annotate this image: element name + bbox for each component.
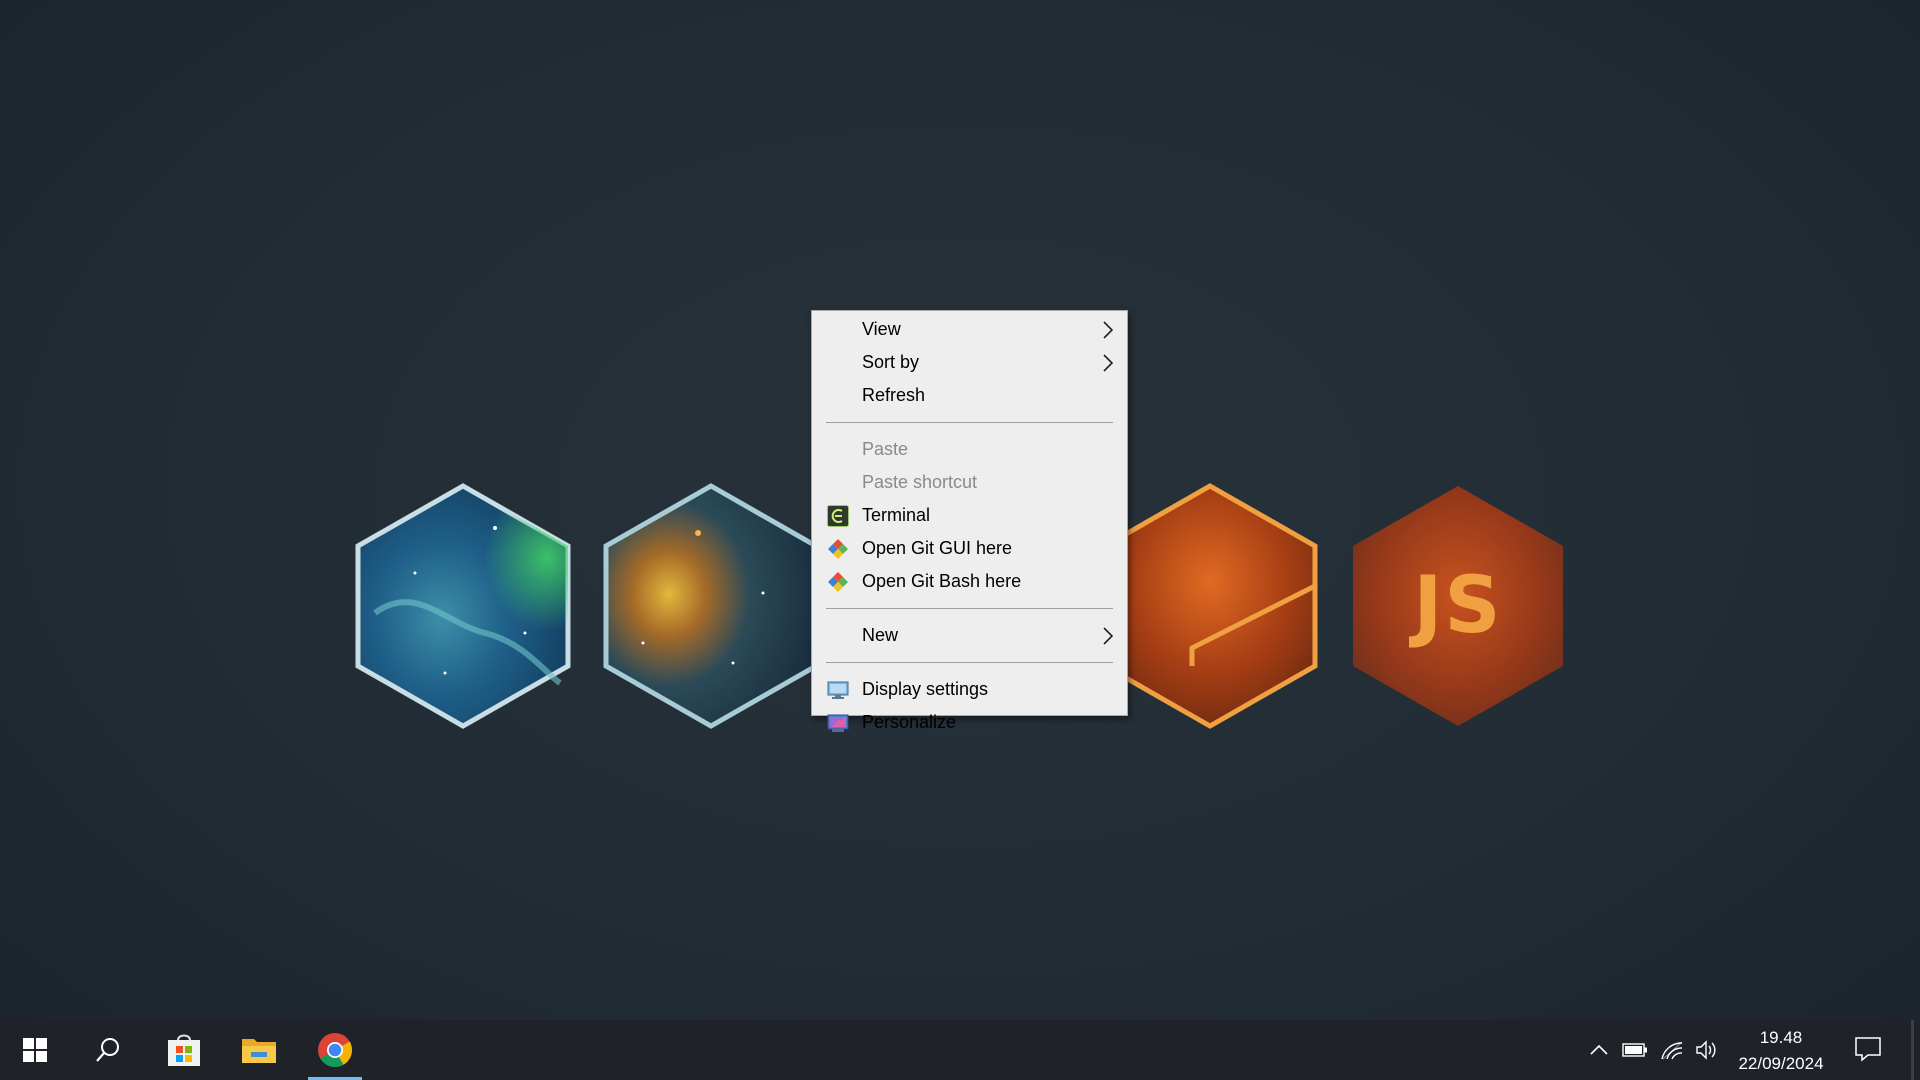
search-button[interactable] <box>73 1020 143 1080</box>
menu-item-label: Terminal <box>862 505 931 525</box>
chevron-right-icon <box>1103 354 1114 372</box>
taskbar: 19.48 22/09/2024 <box>0 1020 1920 1080</box>
menu-item-new[interactable]: New <box>812 619 1127 652</box>
action-center-button[interactable] <box>1854 1036 1884 1064</box>
battery-button[interactable] <box>1622 1038 1648 1062</box>
menu-item-refresh[interactable]: Refresh <box>812 379 1127 412</box>
menu-item-terminal[interactable]: Terminal <box>812 499 1127 532</box>
menu-item-open-git-gui[interactable]: Open Git GUI here <box>812 532 1127 565</box>
git-icon <box>828 539 848 559</box>
chevron-right-icon <box>1103 321 1114 339</box>
battery-icon <box>1622 1043 1647 1057</box>
menu-item-label: View <box>862 319 901 339</box>
menu-item-label: Open Git GUI here <box>862 538 1013 558</box>
menu-item-label: Sort by <box>862 352 920 372</box>
desktop[interactable]: JS View Sort by Refresh Paste Paste shor… <box>0 0 1920 1020</box>
file-explorer-icon <box>242 1039 276 1063</box>
menu-separator <box>826 608 1113 609</box>
chrome-icon <box>318 1033 352 1067</box>
menu-item-label: Open Git Bash here <box>862 571 1022 591</box>
volume-icon <box>1696 1040 1716 1060</box>
wallpaper-hexagon-orange <box>1102 483 1318 729</box>
wallpaper-hexagon-js: JS <box>1350 483 1566 729</box>
chrome-button[interactable] <box>300 1020 370 1080</box>
personalize-icon <box>827 714 849 732</box>
menu-item-display-settings[interactable]: Display settings <box>812 673 1127 706</box>
wallpaper-hexagon-teal <box>603 483 819 729</box>
volume-button[interactable] <box>1694 1038 1720 1062</box>
terminal-icon <box>827 505 849 527</box>
start-icon <box>23 1038 47 1062</box>
show-hidden-icons-button[interactable] <box>1586 1038 1612 1062</box>
menu-separator <box>826 422 1113 423</box>
chevron-up-icon <box>1590 1044 1608 1055</box>
clock-date: 22/09/2024 <box>1738 1054 1824 1073</box>
microsoft-store-button[interactable] <box>149 1020 219 1080</box>
menu-item-open-git-bash[interactable]: Open Git Bash here <box>812 565 1127 598</box>
desktop-context-menu: View Sort by Refresh Paste Paste shortcu… <box>811 310 1128 732</box>
wifi-icon <box>1661 1041 1683 1060</box>
notification-icon <box>1855 1037 1881 1062</box>
menu-item-label: Personalize <box>862 712 957 732</box>
menu-item-label: Paste shortcut <box>862 472 978 492</box>
menu-item-sort-by[interactable]: Sort by <box>812 346 1127 379</box>
display-settings-icon <box>827 681 849 699</box>
menu-item-label: Refresh <box>862 385 926 405</box>
js-logo-text: JS <box>1413 561 1503 651</box>
show-desktop-button[interactable] <box>1911 1020 1914 1080</box>
microsoft-store-icon <box>168 1034 200 1066</box>
chevron-right-icon <box>1103 627 1114 645</box>
menu-item-paste: Paste <box>812 433 1127 466</box>
search-icon <box>96 1038 119 1062</box>
menu-item-label: New <box>862 625 899 645</box>
menu-item-label: Display settings <box>862 679 989 699</box>
git-icon <box>828 572 848 592</box>
clock[interactable]: 19.48 22/09/2024 <box>1726 1025 1836 1077</box>
menu-item-paste-shortcut: Paste shortcut <box>812 466 1127 499</box>
menu-item-personalize[interactable]: Personalize <box>812 706 1127 739</box>
menu-separator <box>826 662 1113 663</box>
start-button[interactable] <box>0 1020 70 1080</box>
file-explorer-button[interactable] <box>224 1020 294 1080</box>
clock-time: 19.48 <box>1759 1028 1803 1047</box>
menu-item-label: Paste <box>862 439 909 459</box>
menu-item-view[interactable]: View <box>812 313 1127 346</box>
network-button[interactable] <box>1659 1038 1685 1062</box>
wallpaper-hexagon-blue <box>355 483 571 729</box>
